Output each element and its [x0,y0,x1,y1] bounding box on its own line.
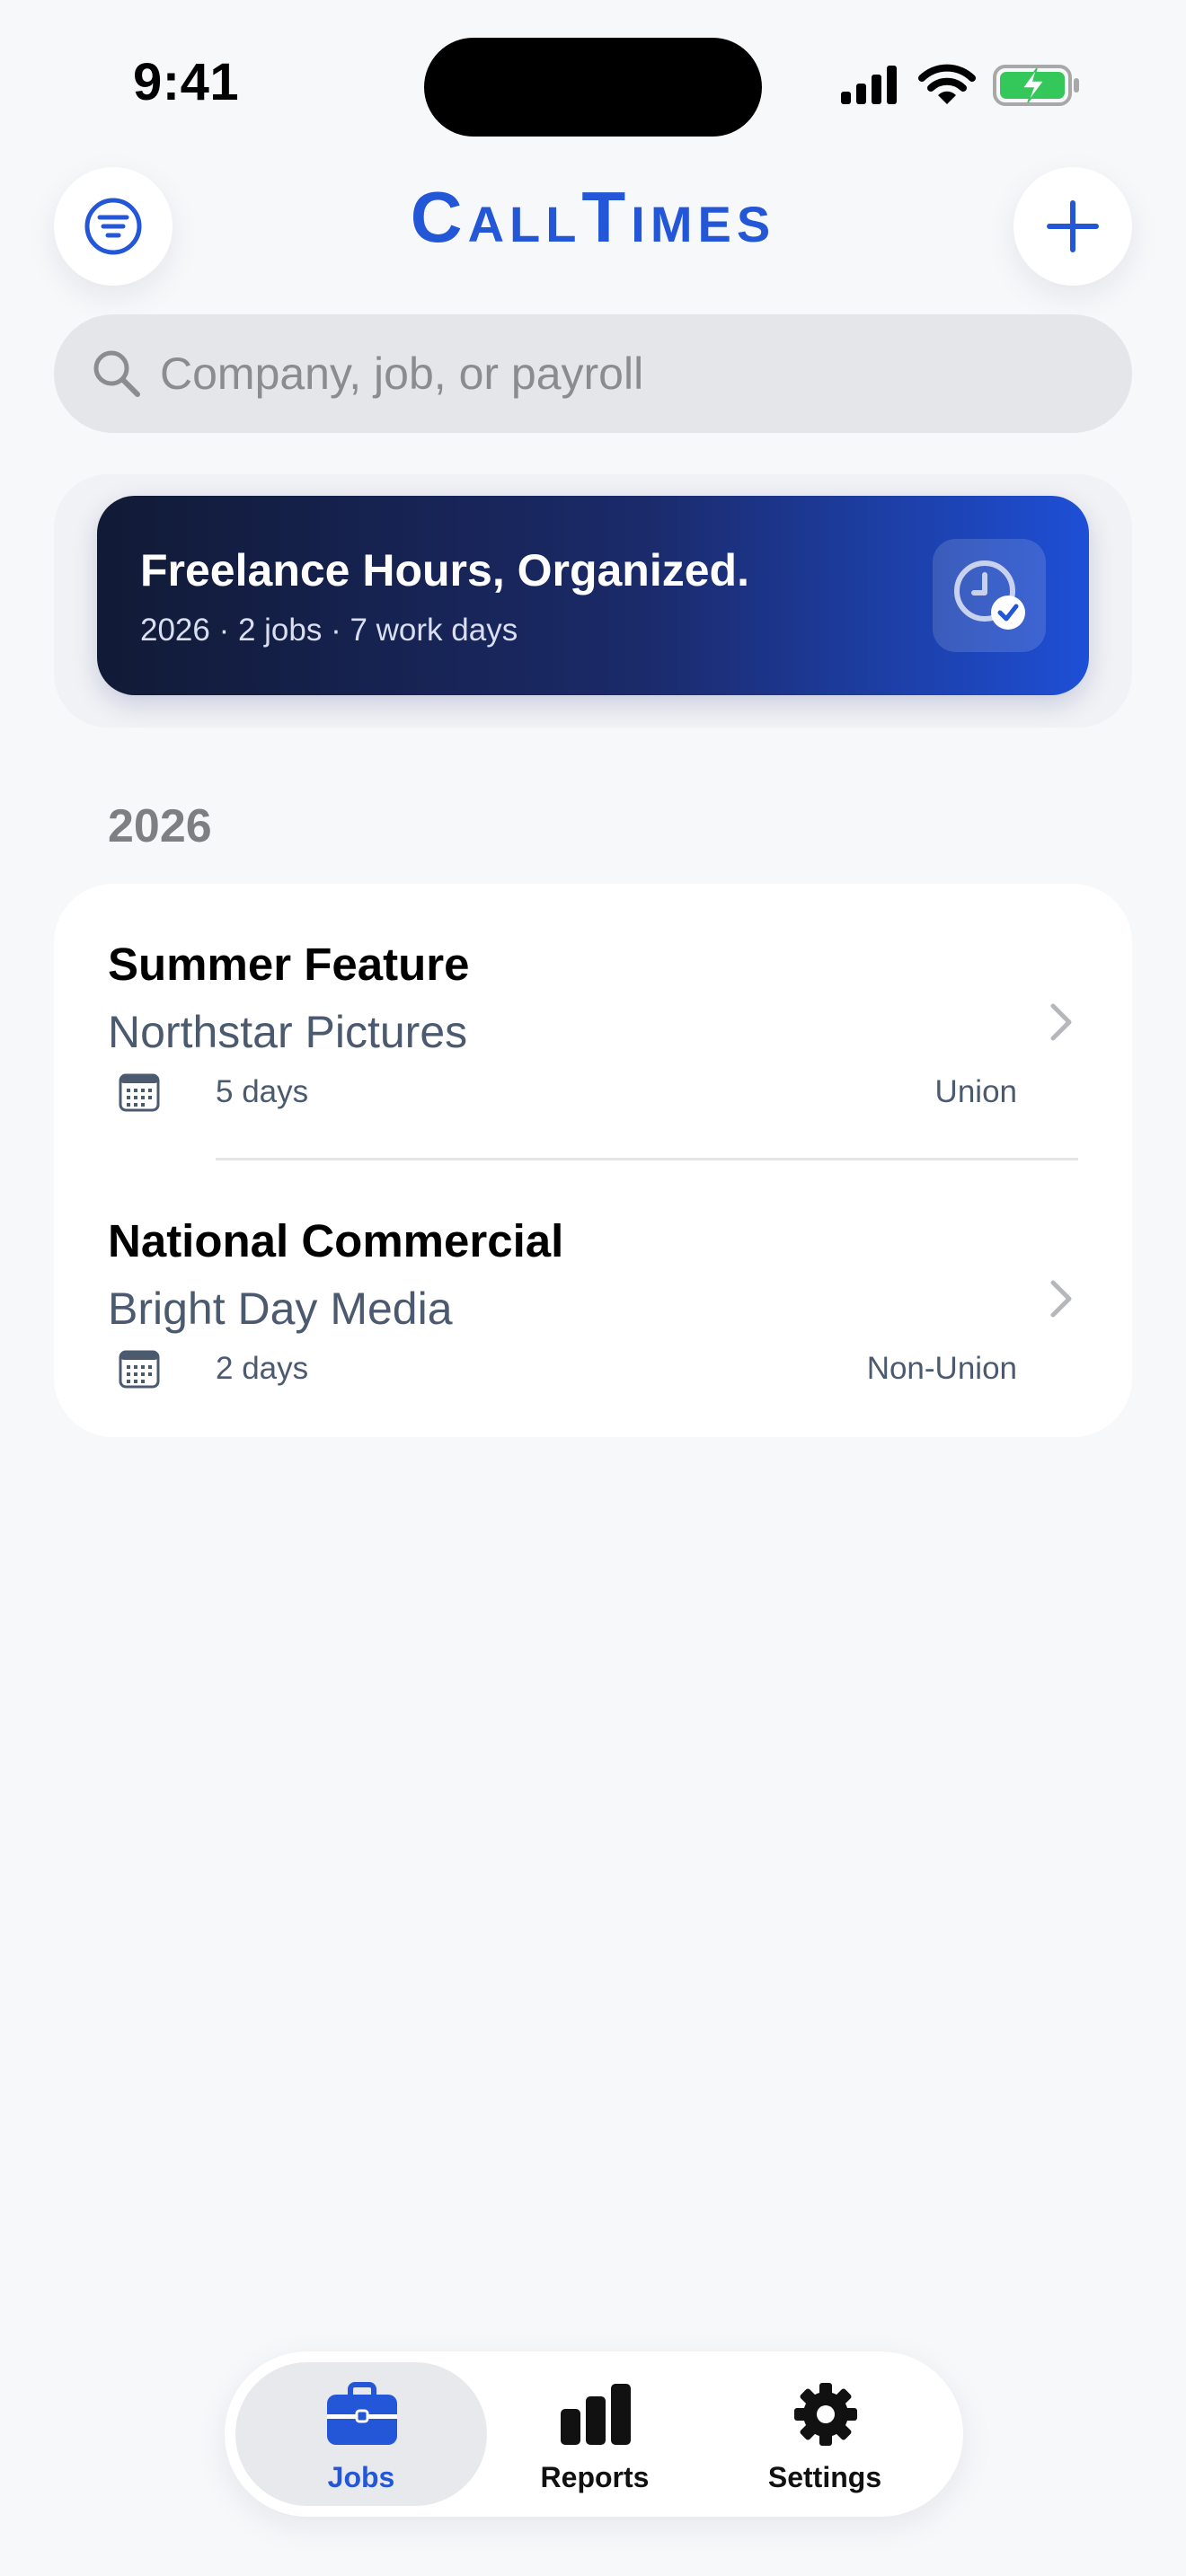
hero-container: Freelance Hours, Organized. 2026 · 2 job… [54,474,1132,728]
battery-charging-icon [993,65,1079,106]
dynamic-island [424,38,762,137]
calendar-icon [119,1350,160,1389]
search-icon [93,350,140,397]
job-company: Northstar Pictures [108,1007,468,1057]
add-job-button[interactable] [1013,167,1132,286]
job-type: Non-Union [866,1351,1017,1386]
plus-icon [1047,200,1099,252]
gear-icon [794,2383,857,2446]
chevron-right-icon [1050,1280,1072,1318]
job-days: 5 days [216,1074,309,1109]
job-company: Bright Day Media [108,1284,453,1334]
tab-jobs[interactable]: Jobs [235,2362,487,2506]
tab-reports[interactable]: Reports [469,2362,721,2506]
search-bar[interactable] [54,314,1132,433]
clock-check-icon [954,560,1025,630]
job-row[interactable]: Summer Feature Northstar Pictures 5 days… [54,884,1132,1160]
job-type: Union [934,1074,1017,1109]
tab-label: Reports [540,2461,650,2493]
hero-subtitle: 2026 · 2 jobs · 7 work days [140,613,518,648]
tab-label: Settings [767,2461,882,2493]
filter-button[interactable] [54,167,173,286]
chevron-right-icon [1050,1003,1072,1041]
job-days: 2 days [216,1351,309,1386]
tab-label: Jobs [327,2461,395,2493]
search-input[interactable] [160,314,1094,433]
job-row[interactable]: National Commercial Bright Day Media 2 d… [54,1160,1132,1437]
job-title: Summer Feature [108,939,470,990]
hero-title: Freelance Hours, Organized. [140,545,749,595]
bar-chart-icon [561,2384,631,2445]
calendar-icon [119,1073,160,1112]
briefcase-icon [327,2382,397,2445]
filter-lines-icon [84,198,142,255]
jobs-screen: 9:41 CallTimes Company, job, or payroll … [0,0,1186,2576]
wifi-icon [918,64,976,104]
jobs-list-card: Summer Feature Northstar Pictures 5 days… [54,884,1132,1437]
hero-badge [933,539,1046,652]
app-title: CallTimes [410,177,776,257]
hero-banner: Freelance Hours, Organized. 2026 · 2 job… [97,496,1089,695]
section-header-year: 2026 [108,800,212,852]
tab-bar: Jobs Reports Settings [225,2351,963,2517]
job-title: National Commercial [108,1215,564,1266]
cellular-signal-icon [841,66,897,104]
status-time: 9:41 [133,53,240,111]
tab-settings[interactable]: Settings [699,2362,951,2506]
